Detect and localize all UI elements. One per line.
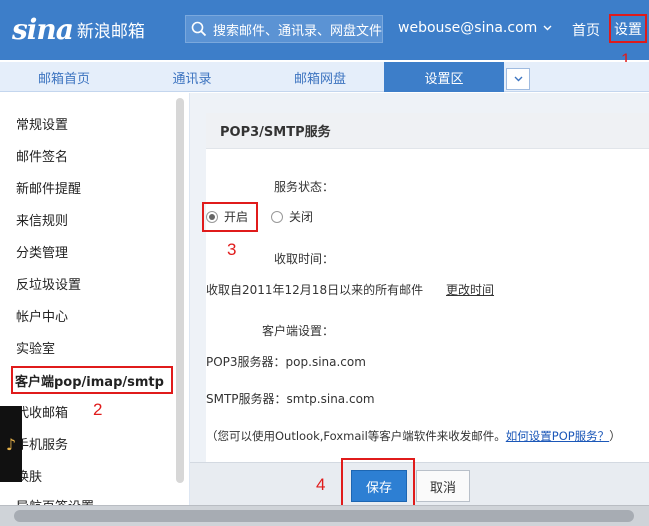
- smtp-server-text: SMTP服务器：smtp.sina.com: [206, 392, 375, 406]
- sidebar-scrollbar[interactable]: [176, 98, 184, 483]
- client-settings-label: 客户端设置：: [262, 324, 335, 338]
- nav-home-link[interactable]: 首页: [572, 20, 600, 40]
- sidebar-item-collect-mailbox[interactable]: 代收邮箱: [16, 402, 68, 421]
- annotation-2: 2: [93, 400, 103, 419]
- pop3-smtp-panel: POP3/SMTP服务 服务状态： 开启 关闭 收取时间： 收取自2011年12…: [206, 113, 649, 463]
- scrollbar-thumb[interactable]: [14, 510, 634, 522]
- tab-bar: 邮箱首页 通讯录 邮箱网盘 设置区: [0, 62, 649, 92]
- annotation-4: 4: [316, 475, 326, 494]
- annotation-3: 3: [227, 240, 237, 259]
- user-account-menu[interactable]: webouse@sina.com: [398, 20, 552, 36]
- save-button[interactable]: 保存: [351, 470, 407, 502]
- radio-off-label[interactable]: 关闭: [289, 208, 313, 225]
- sidebar-item-antispam[interactable]: 反垃圾设置: [16, 274, 81, 293]
- pop3-server-text: POP3服务器：pop.sina.com: [206, 355, 366, 369]
- sidebar-item-new-mail-alert[interactable]: 新邮件提醒: [16, 178, 81, 197]
- search-placeholder[interactable]: 搜索邮件、通讯录、网盘文件: [213, 20, 382, 39]
- panel-title: POP3/SMTP服务: [206, 113, 649, 149]
- sidebar-item-categories[interactable]: 分类管理: [16, 242, 68, 261]
- sidebar-item-signature[interactable]: 邮件签名: [16, 146, 68, 165]
- sidebar-item-rules[interactable]: 来信规则: [16, 210, 68, 229]
- sidebar-item-nav-tabs[interactable]: 导航页签设置: [16, 496, 94, 505]
- settings-sidebar: 常规设置 邮件签名 新邮件提醒 来信规则 分类管理 反垃圾设置 帐户中心 实验室…: [0, 93, 190, 505]
- client-note-close: ）: [609, 429, 621, 443]
- tab-mail-home[interactable]: 邮箱首页: [0, 62, 128, 92]
- radio-service-off[interactable]: 关闭: [271, 208, 313, 225]
- header: sina 新浪邮箱 搜索邮件、通讯录、网盘文件 webouse@sina.com…: [0, 0, 649, 60]
- chevron-down-icon: [543, 23, 552, 34]
- tab-more-dropdown[interactable]: [506, 68, 530, 90]
- client-note-text: （您可以使用Outlook,Foxmail等客户端软件来收发邮件。: [206, 429, 506, 443]
- user-email: webouse@sina.com: [398, 20, 538, 36]
- how-to-setup-pop-link[interactable]: 如何设置POP服务？: [506, 429, 609, 443]
- tab-settings[interactable]: 设置区: [384, 62, 504, 92]
- music-note-icon[interactable]: ♪: [0, 406, 22, 482]
- sidebar-item-client-pop-imap-smtp[interactable]: 客户端pop/imap/smtp: [11, 366, 173, 394]
- search-box[interactable]: 搜索邮件、通讯录、网盘文件: [185, 15, 383, 43]
- sidebar-item-account-center[interactable]: 帐户中心: [16, 306, 68, 325]
- nav-settings-link[interactable]: 设置: [609, 14, 647, 43]
- sina-mail-logo[interactable]: sina 新浪邮箱: [12, 12, 145, 46]
- sidebar-item-lab[interactable]: 实验室: [16, 338, 55, 357]
- tab-contacts[interactable]: 通讯录: [128, 62, 256, 92]
- logo-mark: sina: [12, 12, 74, 46]
- horizontal-scrollbar[interactable]: [0, 505, 649, 526]
- sidebar-item-general[interactable]: 常规设置: [16, 114, 68, 133]
- radio-off-indicator[interactable]: [271, 210, 283, 223]
- tab-mail-drive[interactable]: 邮箱网盘: [256, 62, 384, 92]
- client-note: （您可以使用Outlook,Foxmail等客户端软件来收发邮件。如何设置POP…: [206, 428, 621, 444]
- logo-text: 新浪邮箱: [76, 21, 145, 42]
- annotation-box-3: [202, 202, 258, 232]
- search-icon[interactable]: [186, 16, 213, 42]
- sidebar-item-mobile-service[interactable]: 手机服务: [16, 434, 68, 453]
- service-status-label: 服务状态：: [274, 180, 335, 194]
- receive-time-label: 收取时间：: [274, 252, 335, 266]
- main-content: POP3/SMTP服务 服务状态： 开启 关闭 收取时间： 收取自2011年12…: [190, 93, 649, 505]
- chevron-down-icon: [514, 76, 522, 82]
- cancel-button[interactable]: 取消: [416, 470, 470, 502]
- receive-time-text: 收取自2011年12月18日以来的所有邮件: [206, 283, 424, 297]
- change-time-link[interactable]: 更改时间: [446, 281, 494, 298]
